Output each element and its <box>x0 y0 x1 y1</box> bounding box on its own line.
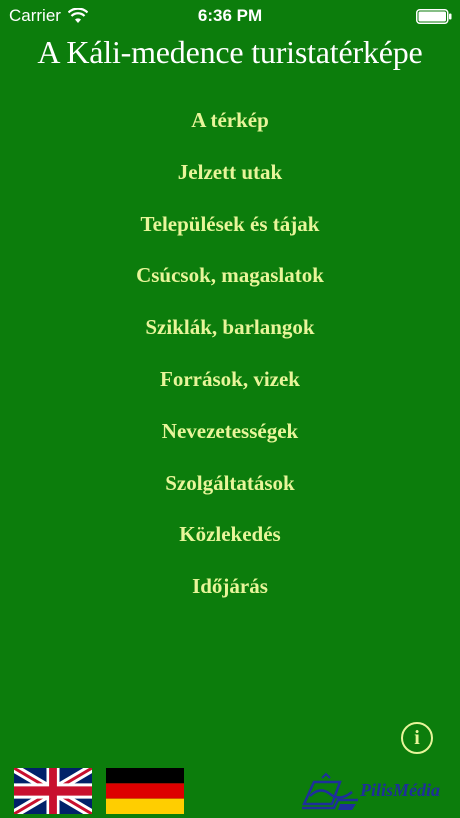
menu-item-services[interactable]: Szolgáltatások <box>0 463 460 515</box>
menu-item-rocks-caves[interactable]: Sziklák, barlangok <box>0 307 460 359</box>
menu-item-weather[interactable]: Időjárás <box>0 566 460 618</box>
main-menu: A térkép Jelzett utak Települések és táj… <box>0 100 460 618</box>
menu-item-sights[interactable]: Nevezetességek <box>0 411 460 463</box>
pilismedia-logo-icon <box>302 772 358 810</box>
info-button[interactable]: i <box>401 722 433 754</box>
menu-item-map[interactable]: A térkép <box>0 100 460 152</box>
menu-item-springs-waters[interactable]: Források, vizek <box>0 359 460 411</box>
battery-icon <box>416 9 452 24</box>
menu-item-marked-trails[interactable]: Jelzett utak <box>0 152 460 204</box>
menu-item-transport[interactable]: Közlekedés <box>0 514 460 566</box>
app-title: A Káli-medence turistatérképe <box>37 34 423 70</box>
pilismedia-brand: PilisMédia <box>300 772 450 812</box>
menu-item-settlements[interactable]: Települések és tájak <box>0 204 460 256</box>
german-flag-icon[interactable] <box>106 768 184 814</box>
uk-flag-icon[interactable] <box>14 768 92 814</box>
status-time: 6:36 PM <box>197 6 263 25</box>
brand-name: PilisMédia <box>360 780 440 800</box>
menu-item-peaks[interactable]: Csúcsok, magaslatok <box>0 255 460 307</box>
info-icon: i <box>414 727 420 749</box>
status-bar: Carrier 6:36 PM <box>0 0 460 32</box>
